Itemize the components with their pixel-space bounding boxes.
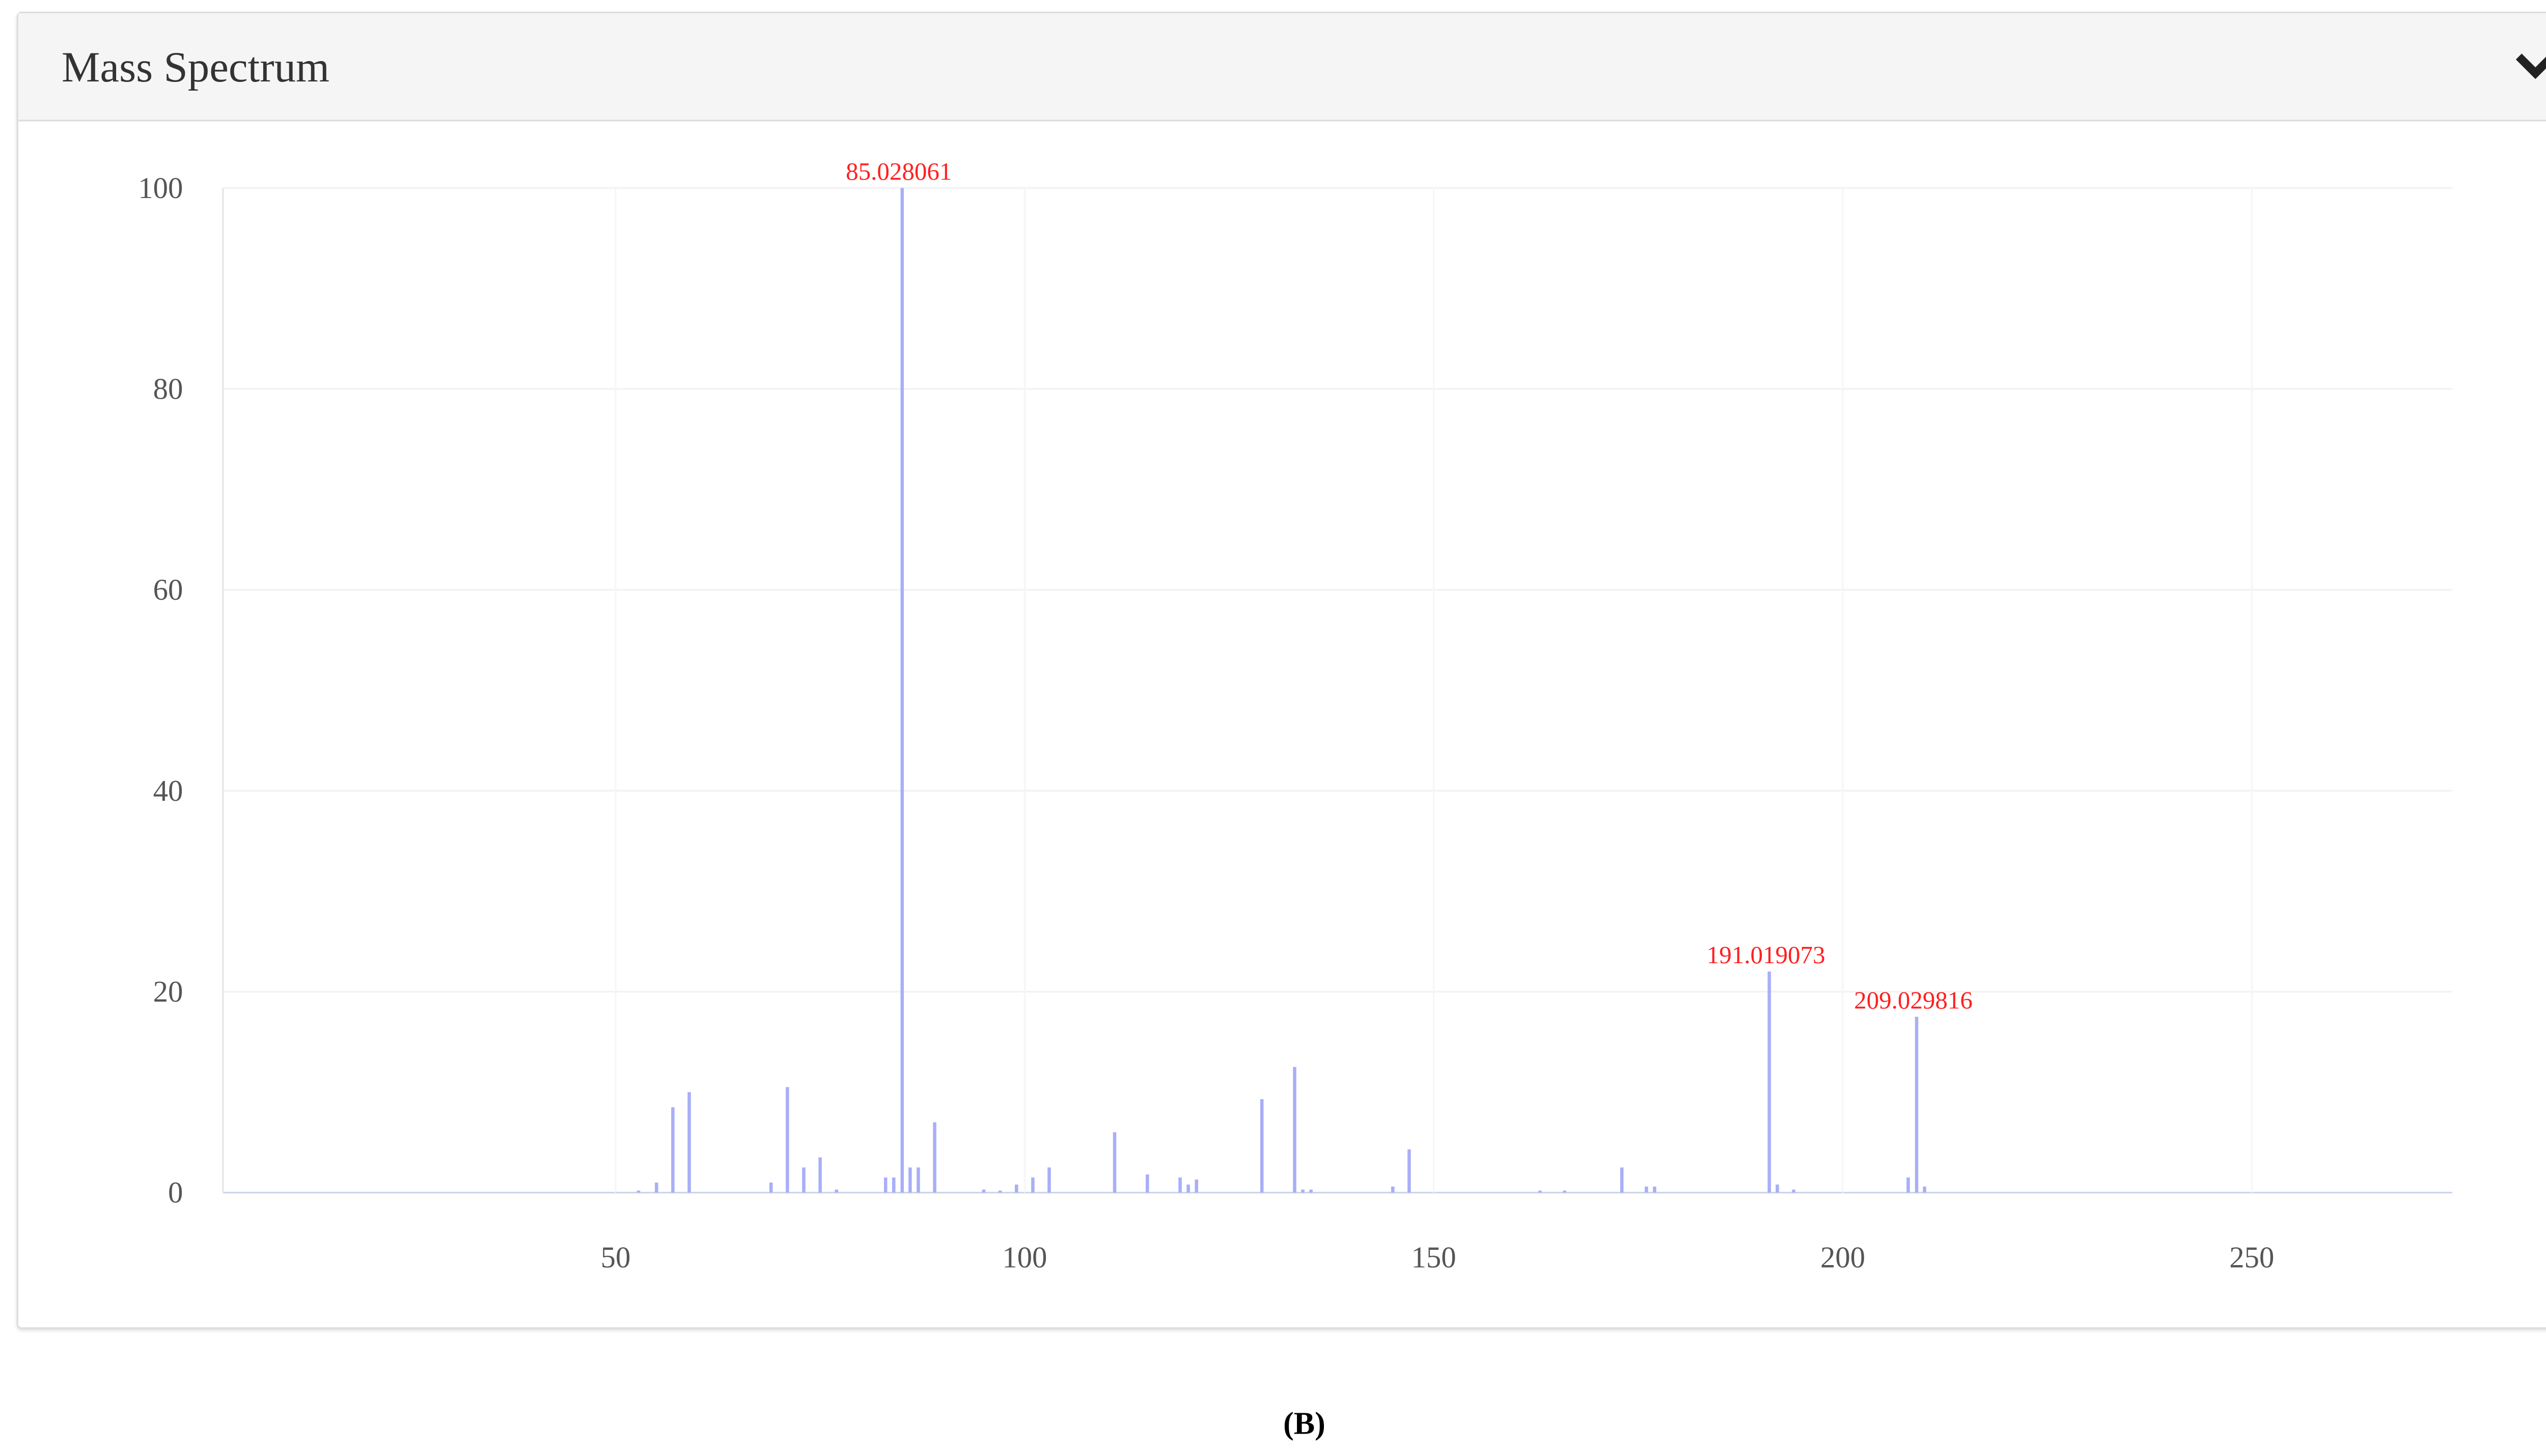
y-tick-label: 60 (153, 573, 183, 606)
x-tick-label: 250 (2229, 1241, 2274, 1274)
peak-label: 191.019073 (1707, 941, 1825, 969)
y-tick-label: 100 (138, 172, 183, 205)
peak-label: 209.029816 (1854, 986, 1973, 1014)
x-tick-label: 200 (1820, 1241, 1865, 1274)
spectrum-chart: 0 20 40 60 80 100 50 100 150 200 250 85.028061 191.0… (138, 157, 2452, 1274)
y-tick-label: 40 (153, 774, 183, 807)
figure-caption: (B) (1283, 1407, 1325, 1442)
y-tick-label: 80 (153, 372, 183, 405)
y-tick-label: 0 (168, 1176, 183, 1209)
x-tick-label: 50 (601, 1241, 631, 1274)
x-tick-label: 150 (1412, 1241, 1456, 1274)
stage: Mass Spectrum 0 20 40 60 80 100 50 100 150 200 250… (0, 0, 2546, 1455)
y-tick-label: 20 (153, 975, 183, 1009)
peak-label: 85.028061 (846, 157, 952, 185)
x-tick-label: 100 (1002, 1241, 1047, 1274)
